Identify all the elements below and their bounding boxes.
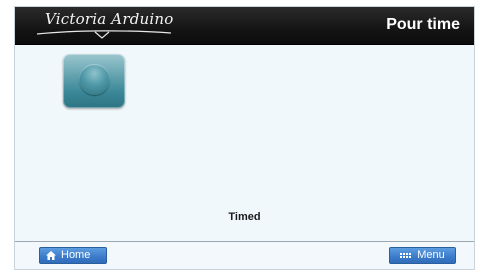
house-icon — [46, 251, 56, 260]
brand-name: Victoria Arduino — [45, 10, 174, 28]
menu-button-label: Menu — [417, 249, 445, 261]
home-button[interactable]: Home — [39, 247, 107, 264]
mode-label: Timed — [228, 211, 261, 223]
footer-bar: Home Menu — [15, 241, 474, 269]
header-bar: Victoria Arduino Pour time — [15, 7, 474, 45]
timed-mode-button[interactable] — [63, 54, 125, 108]
page-title: Pour time — [386, 16, 460, 33]
home-button-label: Home — [61, 249, 91, 261]
menu-button[interactable]: Menu — [389, 247, 456, 264]
round-disc-icon — [79, 64, 110, 95]
main-content: Timed — [15, 45, 474, 243]
app-window: Victoria Arduino Pour time Timed Home Me… — [14, 6, 475, 270]
brand-logo: Victoria Arduino — [35, 8, 175, 42]
grid-dots-icon — [400, 253, 413, 258]
